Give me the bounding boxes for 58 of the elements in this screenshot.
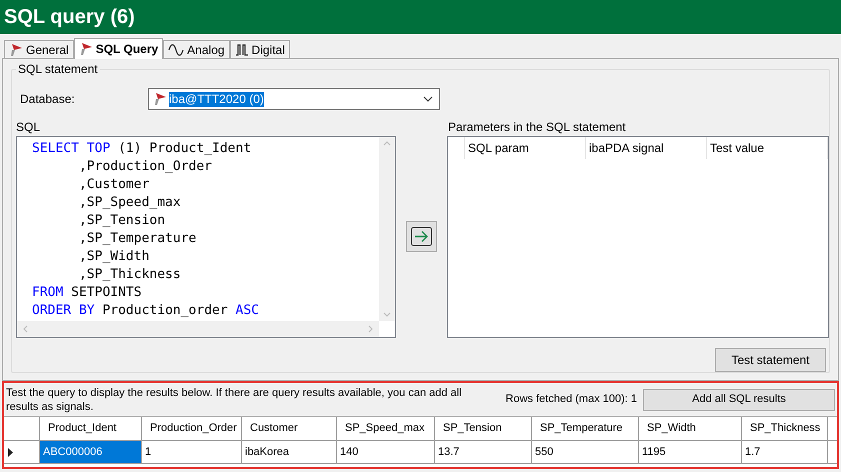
tab[interactable]: SQL Query [74, 38, 164, 59]
window-title: SQL query (6) [4, 5, 135, 30]
rows-fetched-label: Rows fetched (max 100): 1 [506, 392, 637, 408]
vertical-scrollbar[interactable] [379, 137, 395, 321]
database-dropdown[interactable]: iba@TTT2020 (0) [148, 88, 440, 110]
column-header: ibaPDA signal [586, 137, 707, 159]
flag-icon [78, 42, 93, 56]
pulse-icon [234, 44, 249, 56]
column-header: SP_Speed_max [337, 417, 435, 440]
scroll-right-icon [368, 325, 373, 333]
column-header: Product_Ident [40, 417, 142, 440]
code-line: FROM SETPOINTS [32, 284, 143, 302]
tab[interactable]: General [4, 40, 74, 58]
column-header: SP_Tension [435, 417, 532, 440]
database-label: Database: [19, 91, 76, 108]
flag-icon [153, 92, 167, 106]
code-line: ,SP_Thickness [78, 266, 182, 284]
sql-editor[interactable]: SELECT TOP (1) Product_Ident ,Production_Order ,Customer ,SP_Speed_max ,SP_Tension ,SP_Temperature ,SP_Width ,SP_Thickness FROM SETPOINTS ORDER BY Production_order ASC [16, 136, 396, 338]
table-cell: 1195 [639, 441, 742, 463]
column-header: Test value [707, 137, 828, 159]
code-line: ,SP_Width [78, 248, 150, 266]
sql-label: SQL [16, 120, 42, 134]
test-statement-button[interactable]: Test statement [715, 348, 826, 372]
add-results-button[interactable]: Add all SQL results [643, 388, 835, 410]
tab[interactable]: Digital [230, 40, 290, 58]
code-line: ,Customer [78, 176, 150, 194]
table-cell: ibaKorea [242, 441, 337, 463]
code-line: ,Production_Order [78, 158, 214, 176]
column-header: SQL param [465, 137, 586, 159]
column-header: SP_Width [639, 417, 742, 440]
table-cell: 1 [142, 441, 242, 463]
column-header: SP_Thickness [742, 417, 828, 440]
column-header: SP_Temperature [532, 417, 639, 440]
table-cell: 140 [337, 441, 435, 463]
wave-icon [168, 44, 184, 56]
table-cell: ABC000006 [40, 441, 142, 463]
table-cell: 550 [532, 441, 639, 463]
chevron-down-icon [423, 96, 433, 102]
horizontal-scrollbar[interactable] [17, 321, 379, 337]
code-line: ,SP_Tension [78, 212, 166, 230]
scroll-up-icon [383, 141, 391, 146]
code-line: ,SP_Temperature [78, 230, 198, 248]
scroll-left-icon [23, 325, 28, 333]
transfer-button[interactable] [406, 220, 437, 252]
table-cell: 13.7 [435, 441, 532, 463]
column-header: Production_Order [142, 417, 242, 440]
code-line: ORDER BY Production_order ASC [32, 302, 260, 320]
table-cell: 1.7 [742, 441, 828, 463]
results-hint: Test the query to display the results below. If there are query results available, you can add all results as signals. [6, 386, 463, 414]
parameters-label: Parameters in the SQL statement [448, 120, 627, 134]
flag-icon [9, 42, 23, 56]
database-value: iba@TTT2020 (0) [169, 92, 264, 106]
code-line: ,SP_Speed_max [78, 194, 182, 212]
scroll-down-icon [383, 312, 391, 317]
code-line: SELECT TOP (1) Product_Ident [32, 140, 252, 158]
column-header: Customer [242, 417, 337, 440]
tab[interactable]: Analog [163, 40, 230, 58]
arrow-right-icon [411, 226, 432, 246]
